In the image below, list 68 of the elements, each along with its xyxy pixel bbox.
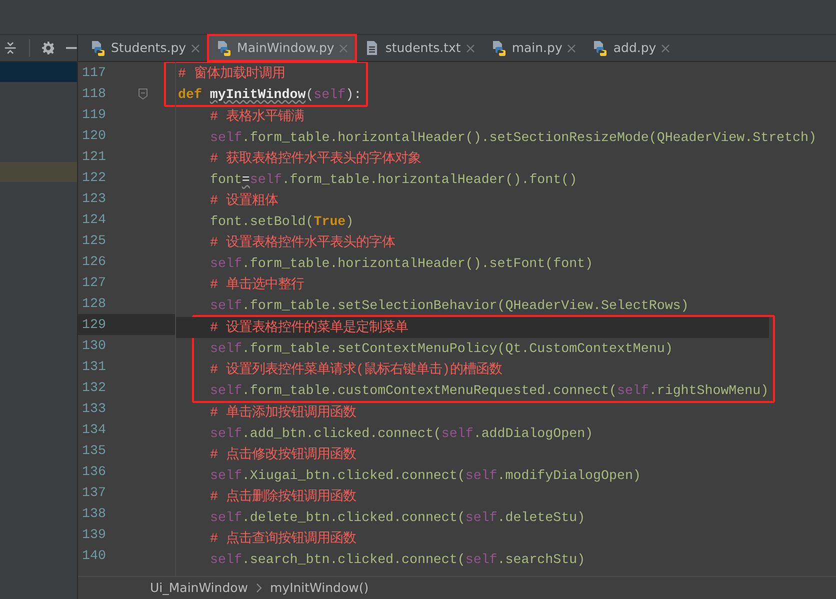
line-number: 119: [81, 106, 107, 124]
line-number: 137: [81, 484, 107, 502]
file-tab[interactable]: MainWindow.py: [208, 35, 356, 61]
settings-icon[interactable]: [42, 41, 54, 55]
minimize-icon[interactable]: [66, 47, 78, 49]
code-line: self.form_table.horizontalHeader().setSectionResizeMode(QHeaderView.Stretch): [209, 129, 818, 147]
line-number: 118: [81, 84, 107, 103]
line-number: 133: [81, 400, 107, 418]
close-icon[interactable]: [339, 44, 348, 52]
file-tab[interactable]: Students.py: [82, 35, 208, 61]
line-number: 128: [81, 294, 107, 313]
code-line: # 设置粗体: [209, 192, 279, 210]
close-icon[interactable]: [466, 44, 475, 52]
line-number: 125: [81, 232, 107, 250]
collapse-icon[interactable]: [4, 41, 17, 55]
fold-icon[interactable]: [138, 88, 148, 100]
close-icon[interactable]: [191, 44, 200, 52]
code-line: # 单击添加按钮调用函数: [209, 404, 357, 422]
line-number: 130: [81, 336, 107, 355]
code-line: # 点击删除按钮调用函数: [209, 488, 357, 506]
line-number: 135: [81, 442, 107, 460]
code-line: # 点击修改按钮调用函数: [209, 446, 357, 464]
line-number: 124: [81, 210, 107, 229]
code-line: self.add_btn.clicked.connect(self.addDialogOpen): [209, 425, 594, 443]
code-line: # 单击选中整行: [209, 276, 305, 294]
file-tab[interactable]: add.py: [584, 35, 678, 61]
line-number: 129: [81, 316, 107, 334]
line-number: 136: [81, 462, 107, 481]
code-line: self.form_table.setSelectionBehavior(QHeaderView.SelectRows): [209, 297, 690, 315]
close-icon[interactable]: [567, 44, 576, 52]
code-line: self.search_btn.clicked.connect(self.searchStu): [209, 551, 586, 569]
python-file-icon: [216, 40, 232, 56]
code-line: font=self.form_table.horizontalHeader().font(): [209, 171, 578, 189]
code-line: self.form_table.horizontalHeader().setFont(font): [209, 255, 594, 273]
code-line: # 设置表格控件水平表头的字体: [209, 234, 396, 252]
line-number: 122: [81, 168, 107, 187]
line-number: 139: [81, 526, 107, 544]
line-number: 123: [81, 190, 107, 208]
code-line: self.delete_btn.clicked.connect(self.deleteStu): [209, 509, 586, 527]
file-tab[interactable]: main.py: [482, 35, 584, 61]
line-number: 134: [81, 420, 107, 439]
breadcrumb-item[interactable]: myInitWindow(): [270, 578, 369, 598]
line-number: 126: [81, 252, 107, 271]
chevron-icon: [256, 583, 262, 593]
code-line: font.setBold(True): [209, 213, 355, 231]
python-file-icon: [490, 40, 507, 56]
code-line: # 窗体加载时调用: [177, 64, 286, 83]
python-file-icon: [90, 40, 106, 56]
line-number: 131: [81, 358, 107, 376]
code-line: # 表格水平铺满: [209, 108, 305, 126]
close-icon[interactable]: [661, 44, 670, 52]
python-file-icon: [592, 40, 608, 56]
line-number: 127: [81, 274, 107, 292]
breadcrumb-item[interactable]: Ui_MainWindow: [150, 578, 248, 598]
line-number: 117: [81, 64, 107, 82]
code-line: self.form_table.setContextMenuPolicy(Qt.CustomContextMenu): [209, 340, 674, 358]
code-line: self.Xiugai_btn.clicked.connect(self.modifyDialogOpen): [209, 467, 642, 485]
code-line: # 获取表格控件水平表头的字体对象: [209, 150, 422, 168]
code-line: # 设置列表控件菜单请求(鼠标右键单击)的槽函数: [209, 360, 503, 379]
line-number: 140: [81, 546, 107, 565]
line-number: 138: [81, 504, 107, 523]
code-line: self.form_table.customContextMenuRequested.connect(self.rightShowMenu): [209, 382, 769, 400]
line-number: 120: [81, 126, 107, 145]
code-line: def myInitWindow(self):: [177, 86, 362, 104]
line-number: 132: [81, 378, 107, 397]
code-line: # 点击查询按钮调用函数: [209, 530, 357, 548]
line-number: 121: [81, 148, 107, 166]
file-tab[interactable]: students.txt: [356, 35, 483, 61]
